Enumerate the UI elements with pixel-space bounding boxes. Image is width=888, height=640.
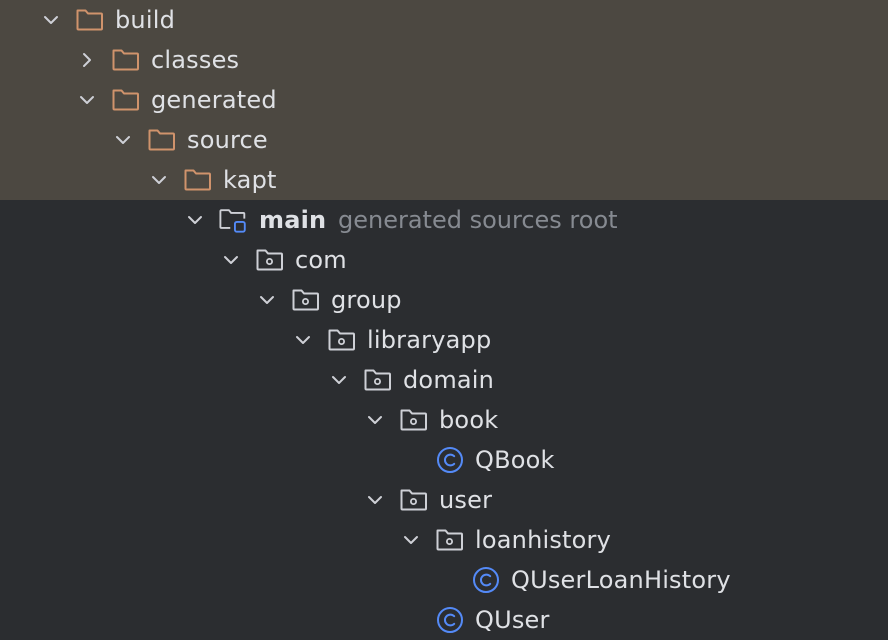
tree-item-hint: generated sources root: [338, 206, 618, 234]
tree-row[interactable]: source: [0, 120, 888, 160]
tree-item-label: main: [259, 206, 327, 234]
tree-item-label: classes: [151, 46, 240, 74]
tree-item-label: kapt: [223, 166, 277, 194]
tree-item-label: user: [439, 486, 493, 514]
chevron-down-icon[interactable]: [150, 160, 168, 200]
tree-row[interactable]: classes: [0, 40, 888, 80]
chevron-down-icon[interactable]: [402, 520, 420, 560]
package-folder-icon: [399, 480, 429, 520]
tree-row[interactable]: com: [0, 240, 888, 280]
tree-row[interactable]: user: [0, 480, 888, 520]
tree-row[interactable]: build: [0, 0, 888, 40]
tree-row[interactable]: loanhistory: [0, 520, 888, 560]
tree-row[interactable]: book: [0, 400, 888, 440]
chevron-down-icon[interactable]: [186, 200, 204, 240]
package-folder-icon: [399, 400, 429, 440]
package-folder-icon: [255, 240, 285, 280]
tree-row[interactable]: kapt: [0, 160, 888, 200]
chevron-down-icon[interactable]: [222, 240, 240, 280]
package-folder-icon: [327, 320, 357, 360]
tree-row[interactable]: libraryapp: [0, 320, 888, 360]
excluded-folder-icon: [111, 40, 141, 80]
class-icon: [435, 440, 465, 480]
chevron-down-icon[interactable]: [78, 80, 96, 120]
project-tree: build classes generated source kapt main gener…: [0, 0, 888, 636]
chevron-down-icon[interactable]: [366, 480, 384, 520]
tree-item-label: QUser: [475, 606, 550, 634]
tree-item-label: build: [115, 6, 176, 34]
tree-row[interactable]: main generated sources root: [0, 200, 888, 240]
chevron-down-icon[interactable]: [42, 0, 60, 40]
tree-item-label: loanhistory: [475, 526, 612, 554]
package-folder-icon: [363, 360, 393, 400]
tree-row[interactable]: QUser: [0, 600, 888, 640]
tree-item-label: com: [295, 246, 347, 274]
tree-row[interactable]: domain: [0, 360, 888, 400]
generated-source-root-icon: [219, 200, 249, 240]
chevron-down-icon[interactable]: [114, 120, 132, 160]
excluded-folder-icon: [75, 0, 105, 40]
chevron-down-icon[interactable]: [294, 320, 312, 360]
tree-item-label: group: [331, 286, 402, 314]
chevron-down-icon[interactable]: [366, 400, 384, 440]
tree-row[interactable]: group: [0, 280, 888, 320]
tree-item-label: QUserLoanHistory: [511, 566, 731, 594]
tree-item-label: source: [187, 126, 268, 154]
tree-row[interactable]: QBook: [0, 440, 888, 480]
tree-item-label: libraryapp: [367, 326, 492, 354]
tree-row[interactable]: QUserLoanHistory: [0, 560, 888, 600]
class-icon: [435, 600, 465, 640]
class-icon: [471, 560, 501, 600]
chevron-right-icon[interactable]: [78, 40, 96, 80]
tree-item-label: QBook: [475, 446, 555, 474]
tree-row[interactable]: generated: [0, 80, 888, 120]
tree-item-label: domain: [403, 366, 495, 394]
excluded-folder-icon: [147, 120, 177, 160]
chevron-down-icon[interactable]: [258, 280, 276, 320]
tree-item-label: book: [439, 406, 499, 434]
excluded-folder-icon: [183, 160, 213, 200]
tree-item-label: generated: [151, 86, 277, 114]
package-folder-icon: [435, 520, 465, 560]
package-folder-icon: [291, 280, 321, 320]
chevron-down-icon[interactable]: [330, 360, 348, 400]
excluded-folder-icon: [111, 80, 141, 120]
